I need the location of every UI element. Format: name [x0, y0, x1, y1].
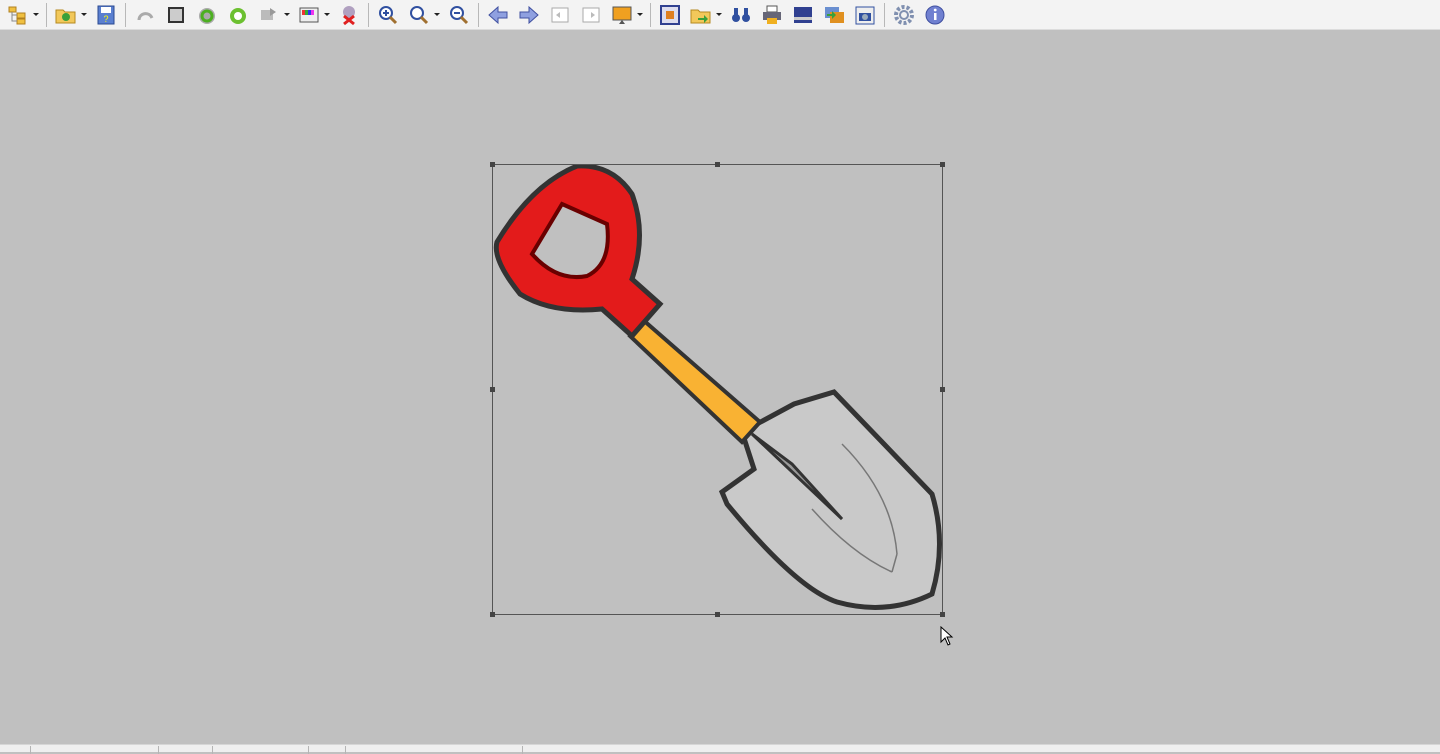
- rotate-right-button[interactable]: [224, 2, 252, 28]
- zoom-out-button[interactable]: [445, 2, 473, 28]
- image-canvas[interactable]: [0, 31, 1440, 744]
- delete-icon: [343, 5, 355, 25]
- scan-button[interactable]: [789, 2, 817, 28]
- find-button[interactable]: [727, 2, 755, 28]
- toolbar: ?: [0, 0, 1440, 30]
- slideshow-button[interactable]: [608, 2, 636, 28]
- folder-tree-icon: [8, 6, 26, 24]
- mouse-cursor-icon: [940, 626, 954, 646]
- slideshow-icon: [612, 6, 632, 24]
- color-dropdown[interactable]: [323, 2, 331, 28]
- fit-window-button[interactable]: [656, 2, 684, 28]
- color-corrections-button[interactable]: [295, 2, 323, 28]
- gear-icon: [894, 4, 914, 25]
- separator: [884, 2, 885, 27]
- save-button[interactable]: ?: [92, 2, 120, 28]
- status-divider: [308, 746, 309, 754]
- printer-icon: [763, 5, 781, 24]
- crop-icon: [168, 6, 184, 23]
- floppy-icon: ?: [97, 5, 115, 24]
- copy-to-folder-button[interactable]: [687, 2, 715, 28]
- info-button[interactable]: [921, 2, 949, 28]
- camera-icon: [855, 6, 875, 24]
- resize-handle[interactable]: [940, 162, 945, 167]
- convert-button[interactable]: [820, 2, 848, 28]
- batch-convert-icon: [261, 7, 276, 20]
- undo-button[interactable]: [131, 2, 159, 28]
- scanner-icon: [794, 6, 812, 23]
- last-page-icon: [582, 7, 600, 22]
- folder-open-icon: [55, 9, 76, 23]
- image-convert-icon: [825, 6, 844, 23]
- resize-handle[interactable]: [715, 162, 720, 167]
- arrow-left-icon: [488, 5, 508, 24]
- print-button[interactable]: [758, 2, 786, 28]
- arrow-right-icon: [519, 5, 539, 24]
- zoom-dropdown[interactable]: [433, 2, 441, 28]
- copy-dropdown[interactable]: [715, 2, 723, 28]
- binoculars-icon: [732, 7, 750, 22]
- separator: [478, 2, 479, 27]
- next-button[interactable]: [515, 2, 543, 28]
- separator: [125, 2, 126, 27]
- last-button[interactable]: [577, 2, 605, 28]
- undo-icon: [137, 11, 154, 20]
- open-dropdown[interactable]: [80, 2, 88, 28]
- zoom-in-icon: [379, 5, 398, 24]
- capture-button[interactable]: [851, 2, 879, 28]
- status-divider: [212, 746, 213, 754]
- zoom-out-icon: [450, 5, 469, 24]
- thumbnails-dropdown[interactable]: [32, 2, 40, 28]
- separator: [650, 2, 651, 27]
- status-bar: [0, 744, 1440, 754]
- resize-handle[interactable]: [940, 612, 945, 617]
- info-icon: [925, 5, 945, 24]
- zoom-in-button[interactable]: [374, 2, 402, 28]
- resize-handle[interactable]: [715, 612, 720, 617]
- zoom-original-button[interactable]: [405, 2, 433, 28]
- fit-window-icon: [660, 4, 680, 25]
- status-divider: [522, 746, 523, 754]
- separator: [46, 2, 47, 27]
- color-bars-icon: [299, 7, 319, 22]
- resize-handle[interactable]: [940, 387, 945, 392]
- status-divider: [158, 746, 159, 754]
- batch-dropdown[interactable]: [283, 2, 291, 28]
- delete-button[interactable]: [335, 2, 363, 28]
- settings-button[interactable]: [890, 2, 918, 28]
- resize-handle[interactable]: [490, 387, 495, 392]
- crop-button[interactable]: [162, 2, 190, 28]
- open-button[interactable]: [52, 2, 80, 28]
- previous-button[interactable]: [484, 2, 512, 28]
- rotate-right-icon: [230, 7, 246, 24]
- svg-text:?: ?: [103, 14, 108, 24]
- status-divider: [30, 746, 31, 754]
- status-divider: [345, 746, 346, 754]
- rotate-left-icon: [199, 7, 215, 24]
- resize-handle[interactable]: [490, 162, 495, 167]
- batch-button[interactable]: [255, 2, 283, 28]
- slideshow-dropdown[interactable]: [636, 2, 644, 28]
- folder-copy-icon: [690, 9, 711, 23]
- separator: [368, 2, 369, 27]
- first-button[interactable]: [546, 2, 574, 28]
- zoom-1to1-icon: [410, 5, 429, 24]
- selection-rectangle[interactable]: [490, 162, 945, 617]
- first-page-icon: [551, 7, 569, 22]
- thumbnails-button[interactable]: [4, 2, 32, 28]
- rotate-left-button[interactable]: [193, 2, 221, 28]
- resize-handle[interactable]: [490, 612, 495, 617]
